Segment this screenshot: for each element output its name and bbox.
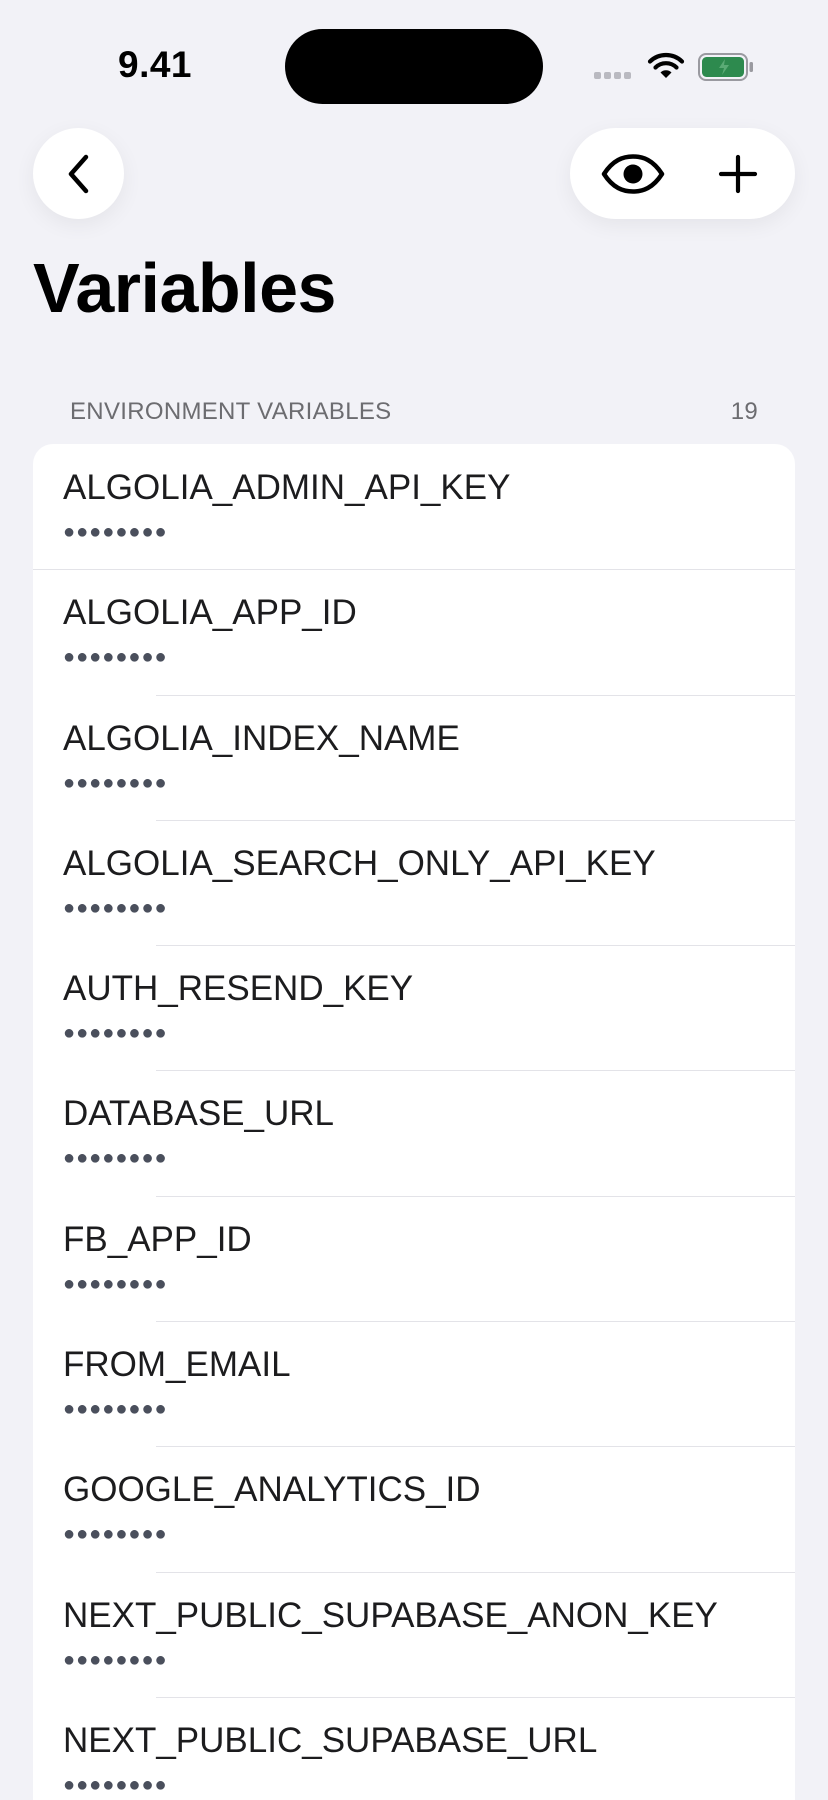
variable-name: NEXT_PUBLIC_SUPABASE_ANON_KEY	[63, 1595, 718, 1635]
list-item[interactable]: DATABASE_URL ●●●●●●●●	[33, 1070, 795, 1195]
variable-value: ●●●●●●●●	[63, 771, 168, 794]
divider	[33, 569, 795, 571]
toggle-visibility-button[interactable]	[580, 128, 685, 219]
variables-list: ALGOLIA_ADMIN_API_KEY ●●●●●●●● ALGOLIA_A…	[33, 444, 795, 1800]
section-title: ENVIRONMENT VARIABLES	[70, 398, 392, 425]
divider	[156, 694, 795, 696]
variable-name: AUTH_RESEND_KEY	[63, 969, 414, 1009]
variable-value: ●●●●●●●●	[63, 521, 168, 543]
dynamic-island	[285, 29, 543, 104]
variable-name: ALGOLIA_ADMIN_API_KEY	[63, 468, 511, 507]
variable-value: ●●●●●●●●	[63, 1147, 168, 1170]
divider	[156, 1571, 795, 1573]
variable-value: ●●●●●●●●	[63, 1773, 168, 1796]
variable-name: FB_APP_ID	[63, 1219, 252, 1259]
battery-icon	[698, 53, 753, 81]
list-item[interactable]: NEXT_PUBLIC_SUPABASE_URL ●●●●●●●●	[33, 1696, 795, 1800]
variable-name: DATABASE_URL	[63, 1094, 335, 1134]
variable-name: ALGOLIA_INDEX_NAME	[63, 718, 460, 758]
list-item[interactable]: ALGOLIA_APP_ID ●●●●●●●●	[33, 569, 795, 694]
variable-value: ●●●●●●●●	[63, 1648, 168, 1671]
list-item[interactable]: GOOGLE_ANALYTICS_ID ●●●●●●●●	[33, 1446, 795, 1571]
divider	[156, 1070, 795, 1072]
divider	[156, 1195, 795, 1197]
list-item[interactable]: AUTH_RESEND_KEY ●●●●●●●●	[33, 945, 795, 1070]
back-button[interactable]	[33, 128, 124, 219]
list-item[interactable]: FB_APP_ID ●●●●●●●●	[33, 1195, 795, 1321]
eye-icon	[601, 153, 664, 194]
variable-value: ●●●●●●●●	[63, 1523, 168, 1546]
variable-name: GOOGLE_ANALYTICS_ID	[63, 1470, 481, 1510]
chevron-left-icon	[68, 154, 88, 193]
divider	[156, 1446, 795, 1448]
variable-value: ●●●●●●●●	[63, 1398, 168, 1421]
nav-actions-pill	[570, 128, 795, 219]
variable-name: ALGOLIA_SEARCH_ONLY_API_KEY	[63, 843, 656, 883]
variable-count: 19	[730, 398, 758, 425]
add-variable-button[interactable]	[688, 128, 788, 219]
list-item[interactable]: ALGOLIA_SEARCH_ONLY_API_KEY ●●●●●●●●	[33, 819, 795, 945]
variable-value: ●●●●●●●●	[63, 646, 168, 669]
list-item[interactable]: NEXT_PUBLIC_SUPABASE_ANON_KEY ●●●●●●●●	[33, 1571, 795, 1697]
variable-name: ALGOLIA_APP_ID	[63, 593, 357, 633]
variable-value: ●●●●●●●●	[63, 1272, 168, 1295]
variable-name: FROM_EMAIL	[63, 1345, 291, 1385]
divider	[156, 1321, 795, 1323]
list-item[interactable]: ALGOLIA_ADMIN_API_KEY ●●●●●●●●	[33, 444, 795, 569]
divider	[156, 1696, 795, 1698]
screen: 9.41 Variables ENVIRONMENT VARIABLES 19 …	[0, 0, 828, 1800]
divider	[156, 819, 795, 821]
variable-value: ●●●●●●●●	[63, 1022, 168, 1045]
wifi-icon	[647, 53, 685, 78]
page-title: Variables	[33, 249, 336, 327]
section-header: ENVIRONMENT VARIABLES 19	[70, 398, 758, 426]
divider	[156, 945, 795, 947]
list-item[interactable]: FROM_EMAIL ●●●●●●●●	[33, 1321, 795, 1446]
cellular-signal-icon	[594, 72, 634, 80]
variable-value: ●●●●●●●●	[63, 896, 168, 919]
status-time: 9.41	[118, 44, 193, 85]
variable-name: NEXT_PUBLIC_SUPABASE_URL	[63, 1720, 598, 1760]
list-item[interactable]: ALGOLIA_INDEX_NAME ●●●●●●●●	[33, 694, 795, 820]
plus-icon	[718, 154, 758, 193]
